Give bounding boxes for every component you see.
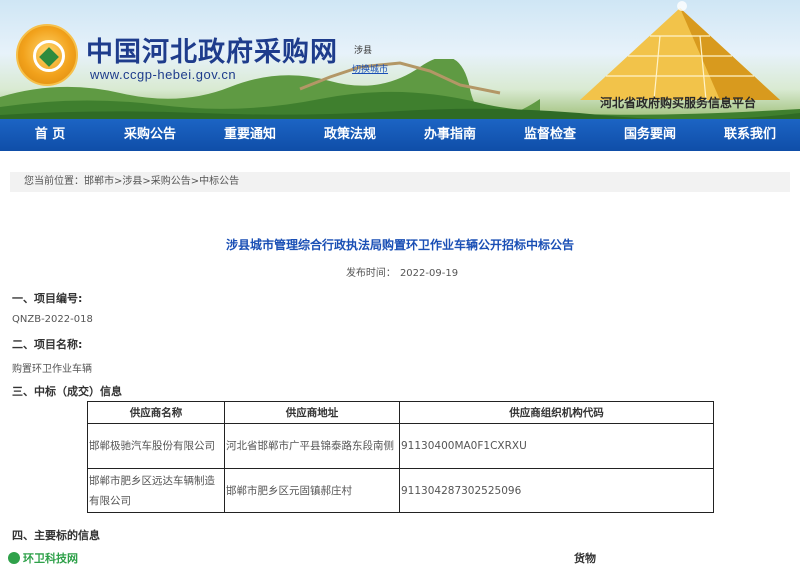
supplier-address: 邯郸市肥乡区元固镇郝庄村 [224,468,400,513]
platform-name: 河北省政府购买服务信息平台 [600,96,757,110]
supplier-name: 邯郸极驰汽车股份有限公司 [87,423,225,469]
supplier-org-code: 911304287302525096 [399,468,714,513]
supplier-name: 邯郸市肥乡区远达车辆制造有限公司 [87,468,225,513]
section-main-items: 四、主要标的信息 [12,529,100,542]
golden-pyramid-graphic [580,1,780,100]
breadcrumb-award-notice[interactable]: 中标公告 [199,176,239,187]
nav-supervision[interactable]: 监督检查 [500,119,600,151]
publish-date-label: 发布时间： [345,268,396,279]
supplier-org-code: 91130400MA0F1CXRXU [399,423,714,469]
supplier-address: 河北省邯郸市广平县锦泰路东段南侧 [224,423,400,469]
project-name: 购置环卫作业车辆 [12,364,92,375]
breadcrumb-prefix: 您当前位置： [24,176,84,187]
breadcrumb-procurement[interactable]: 采购公告 [151,176,191,187]
nav-guide[interactable]: 办事指南 [400,119,500,151]
section-project-number: 一、项目编号: [12,292,83,305]
nav-important-notices[interactable]: 重要通知 [200,119,300,151]
main-nav: 首 页 采购公告 重要通知 政策法规 办事指南 监督检查 国务要闻 联系我们 [0,119,800,151]
leaf-icon [8,552,20,564]
table-row: 邯郸市肥乡区远达车辆制造有限公司 邯郸市肥乡区元固镇郝庄村 9113042873… [87,468,714,513]
section-award-info: 三、中标（成交）信息 [12,385,122,398]
nav-contact[interactable]: 联系我们 [700,119,800,151]
header-org-code: 供应商组织机构代码 [399,401,714,424]
nav-home[interactable]: 首 页 [0,119,100,151]
breadcrumb: 您当前位置：邯郸市>涉县>采购公告>中标公告 [10,172,790,192]
article-title: 涉县城市管理综合行政执法局购置环卫作业车辆公开招标中标公告 [225,238,574,252]
site-url: www.ccgp-hebei.gov.cn [90,67,237,82]
breadcrumb-separator: > [142,176,151,187]
nav-state-news[interactable]: 国务要闻 [600,119,700,151]
government-emblem-logo [16,24,78,86]
goods-label: 货物 [574,552,596,565]
publish-date-value: 2022-09-19 [399,268,459,279]
site-title: 中国河北政府采购网 [86,37,338,68]
table-row: 邯郸极驰汽车股份有限公司 河北省邯郸市广平县锦泰路东段南侧 91130400MA… [87,423,714,469]
current-region: 涉县 [354,46,373,56]
source-watermark: 环卫科技网 [8,550,78,566]
breadcrumb-separator: > [190,176,200,187]
table-header-row: 供应商名称 供应商地址 供应商组织机构代码 [87,401,714,424]
nav-procurement-notices[interactable]: 采购公告 [100,119,200,151]
award-table: 供应商名称 供应商地址 供应商组织机构代码 邯郸极驰汽车股份有限公司 河北省邯郸… [87,401,714,513]
breadcrumb-handan[interactable]: 邯郸市 [84,176,114,187]
header-banner: 中国河北政府采购网 www.ccgp-hebei.gov.cn 涉县 切换城市 … [0,0,800,119]
section-project-name: 二、项目名称: [12,338,83,351]
switch-city-link[interactable]: 切换城市 [352,62,388,75]
publish-date: 发布时间： 2022-09-19 [0,264,800,279]
breadcrumb-shexian[interactable]: 涉县 [122,176,142,187]
project-number: QNZB-2022-018 [12,314,93,325]
nav-policies[interactable]: 政策法规 [300,119,400,151]
header-supplier-address: 供应商地址 [224,401,400,424]
header-supplier-name: 供应商名称 [87,401,225,424]
watermark-text: 环卫科技网 [23,552,78,565]
